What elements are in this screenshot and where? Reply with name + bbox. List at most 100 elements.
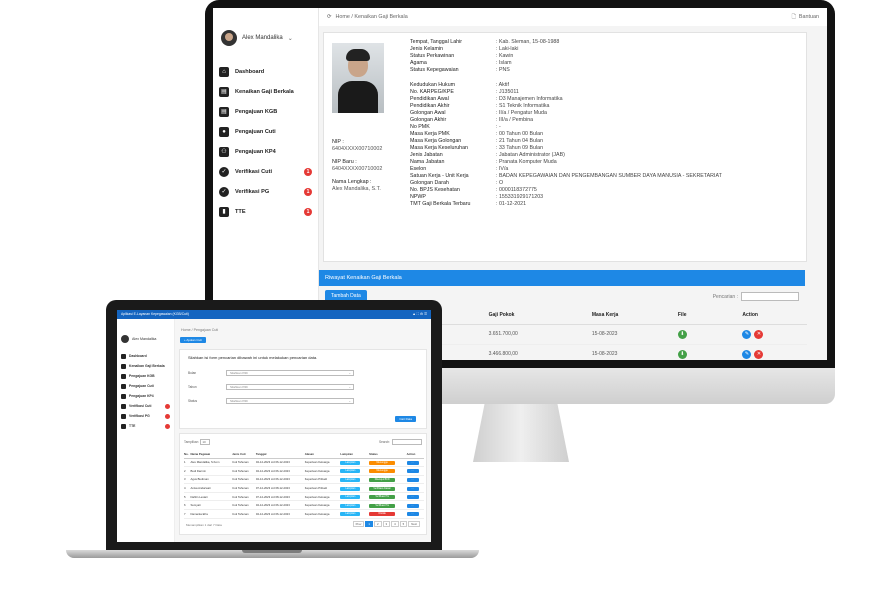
breadcrumb: Home / Pengajuan Cuti [181, 328, 219, 332]
filter-select[interactable]: Silahkan Pilih ⌄ [226, 384, 354, 390]
download-icon[interactable]: ⬇ [677, 349, 687, 359]
sidebar-item[interactable]: ✓ Verifikasi Cuti 1 [219, 162, 312, 182]
detail-value: : J135011 [496, 89, 519, 95]
laptop: Aplikasi E-Layanan Kepegawaian (KGB/Cuti… [66, 300, 479, 566]
edit-icon[interactable]: ✎ [742, 329, 752, 339]
sidebar-item[interactable]: ⌂ Dashboard [219, 62, 312, 82]
detail-button[interactable]: ⋯ [406, 469, 419, 474]
leave-table-card: Tampilkan 10 Search: No. Nama Pegawai Jeni… [179, 433, 427, 535]
detail-label: Status Perkawinan [410, 53, 455, 59]
detail-label: Golongan Darah [410, 180, 449, 186]
sidebar-item[interactable]: Pengajuan KGB [117, 371, 174, 381]
detail-value: : 00 Tahun 00 Bulan [496, 131, 544, 137]
avatar [121, 335, 129, 343]
attachment-button[interactable]: Lampiran [340, 486, 361, 491]
status-cell: Verifikasi Atasan [369, 483, 407, 493]
attachment-button[interactable]: Lampiran [340, 477, 361, 482]
attachment-button[interactable]: Lampiran [340, 469, 361, 474]
detail-row: No. KARPEG/KPE: J135011 [410, 89, 800, 96]
sidebar-item[interactable]: Pengajuan KP4 [117, 391, 174, 401]
sidebar-item[interactable]: ● Pengajuan Cuti [219, 122, 312, 142]
user-name: Alex Mandalika [242, 35, 283, 41]
status-cell: Ditolak [369, 509, 407, 519]
sidebar-item[interactable]: ✓ Verifikasi PG 1 [219, 182, 312, 202]
attachment-button[interactable]: Lampiran [340, 460, 361, 465]
detail-button[interactable]: ⋯ [406, 503, 419, 508]
table-cell: Cuti Tahunan [232, 500, 256, 511]
detail-value: : 33 Tahun 09 Bulan [496, 145, 544, 151]
detail-button[interactable]: ⋯ [406, 486, 419, 491]
detail-label: Nama Jabatan [410, 159, 445, 165]
sidebar-item[interactable]: Verifikasi Cuti [117, 401, 174, 411]
search-input[interactable] [741, 292, 799, 301]
sidebar-item[interactable]: Dashboard [117, 351, 174, 361]
detail-row: No. BPJS Kesehatan: 0000118372775 [410, 187, 800, 194]
delete-icon[interactable]: ✕ [754, 349, 764, 359]
sidebar-item-label: Pengajuan Cuti [129, 384, 154, 388]
action-cell: ⋯ [406, 458, 424, 468]
sidebar-item[interactable]: Pengajuan Cuti [117, 381, 174, 391]
attachment-button[interactable]: Lampiran [340, 512, 361, 517]
refresh-icon[interactable]: ⟳ [327, 14, 332, 20]
table-cell: 3.651.700,00 [488, 324, 592, 345]
user-menu[interactable]: Alex Mandalika ⌄ [213, 8, 318, 58]
sidebar-item[interactable]: Verifikasi PG [117, 411, 174, 421]
sidebar-item[interactable]: ⚇ Pengajuan KP4 [219, 142, 312, 162]
filter-select[interactable]: Silahkan Pilih ⌄ [226, 370, 354, 376]
sidebar-item[interactable]: ▮ TTE 1 [219, 202, 312, 222]
action-cell: ⋯ [406, 466, 424, 476]
table-cell: Cuti Tahunan [232, 509, 256, 519]
sidebar-item[interactable]: ▤ Kenaikan Gaji Berkala [219, 82, 312, 102]
detail-button[interactable]: ⋯ [406, 477, 419, 482]
column-header: Alasan [304, 450, 341, 459]
filter-select[interactable]: Silahkan Pilih ⌄ [226, 398, 354, 404]
sidebar-item[interactable]: TTE [117, 421, 174, 431]
page-button[interactable]: Prev [352, 521, 365, 527]
column-header: Lampiran [340, 450, 370, 459]
sidebar-item-label: Kenaikan Gaji Berkala [235, 89, 294, 95]
detail-value: : IV/a [496, 166, 509, 172]
laptop-notch [242, 550, 302, 553]
help-link[interactable]: 🗋 Bantuan [792, 13, 819, 22]
detail-button[interactable]: ⋯ [406, 495, 419, 500]
page-button[interactable]: 3 [382, 521, 391, 527]
topbar-icons[interactable]: ▲ ⛶ ⚙ ☰ [412, 310, 427, 319]
delete-icon[interactable]: ✕ [754, 329, 764, 339]
sidebar-item[interactable]: ▤ Pengajuan KGB [219, 102, 312, 122]
sidebar-item-label: Pengajuan KGB [235, 109, 278, 115]
detail-value: : 155331929171203 [496, 194, 544, 200]
column-header: Masa Kerja [591, 306, 678, 325]
attachment-button[interactable]: Lampiran [340, 503, 361, 508]
table-cell: 04-12-2023 s/d 06-12-2023 [255, 458, 305, 468]
laptop-sidebar: Alex Mandalika Dashboard Kenaikan Gaji Be… [117, 319, 175, 542]
detail-button[interactable]: ⋯ [406, 460, 419, 465]
page-button[interactable]: 5 [399, 521, 408, 527]
search-input[interactable] [392, 439, 422, 445]
page-button[interactable]: Next [408, 521, 420, 527]
table-cell: Budi Darmin [190, 466, 233, 476]
user-menu[interactable]: Alex Mandalika [117, 319, 174, 351]
sidebar-item[interactable]: Kenaikan Gaji Berkala [117, 361, 174, 371]
detail-value: : III/a / Pembina [496, 117, 534, 123]
attachment-button[interactable]: Lampiran [340, 495, 361, 500]
table-cell: Cuti Tahunan [232, 458, 256, 468]
attachment-cell: Lampiran [340, 492, 370, 502]
detail-row: Nama Jabatan: Pranata Komputer Muda [410, 159, 800, 166]
detail-row: Tempat, Tanggal Lahir: Kab. Sleman, 15-0… [410, 39, 800, 46]
detail-value: : Laki-laki [496, 46, 519, 52]
page-button[interactable]: 2 [373, 521, 382, 527]
status-badge: Verifikasi PG [369, 495, 396, 500]
page-button[interactable]: 1 [365, 521, 373, 527]
edit-icon[interactable]: ✎ [742, 349, 752, 359]
add-leave-button[interactable]: + Ajukan Cuti [180, 337, 206, 343]
app-topbar: Aplikasi E-Layanan Kepegawaian (KGB/Cuti… [117, 310, 431, 319]
action-cell: ⋯ [406, 509, 424, 519]
search-data-button[interactable]: Cari Data [395, 416, 416, 422]
page-size-select[interactable]: 10 [200, 439, 211, 445]
page-button[interactable]: 4 [391, 521, 399, 527]
detail-button[interactable]: ⋯ [406, 512, 419, 517]
download-icon[interactable]: ⬇ [677, 329, 687, 339]
table-cell: 04-12-2023 s/d 06-12-2023 [255, 466, 305, 476]
profile-photo [332, 43, 384, 113]
